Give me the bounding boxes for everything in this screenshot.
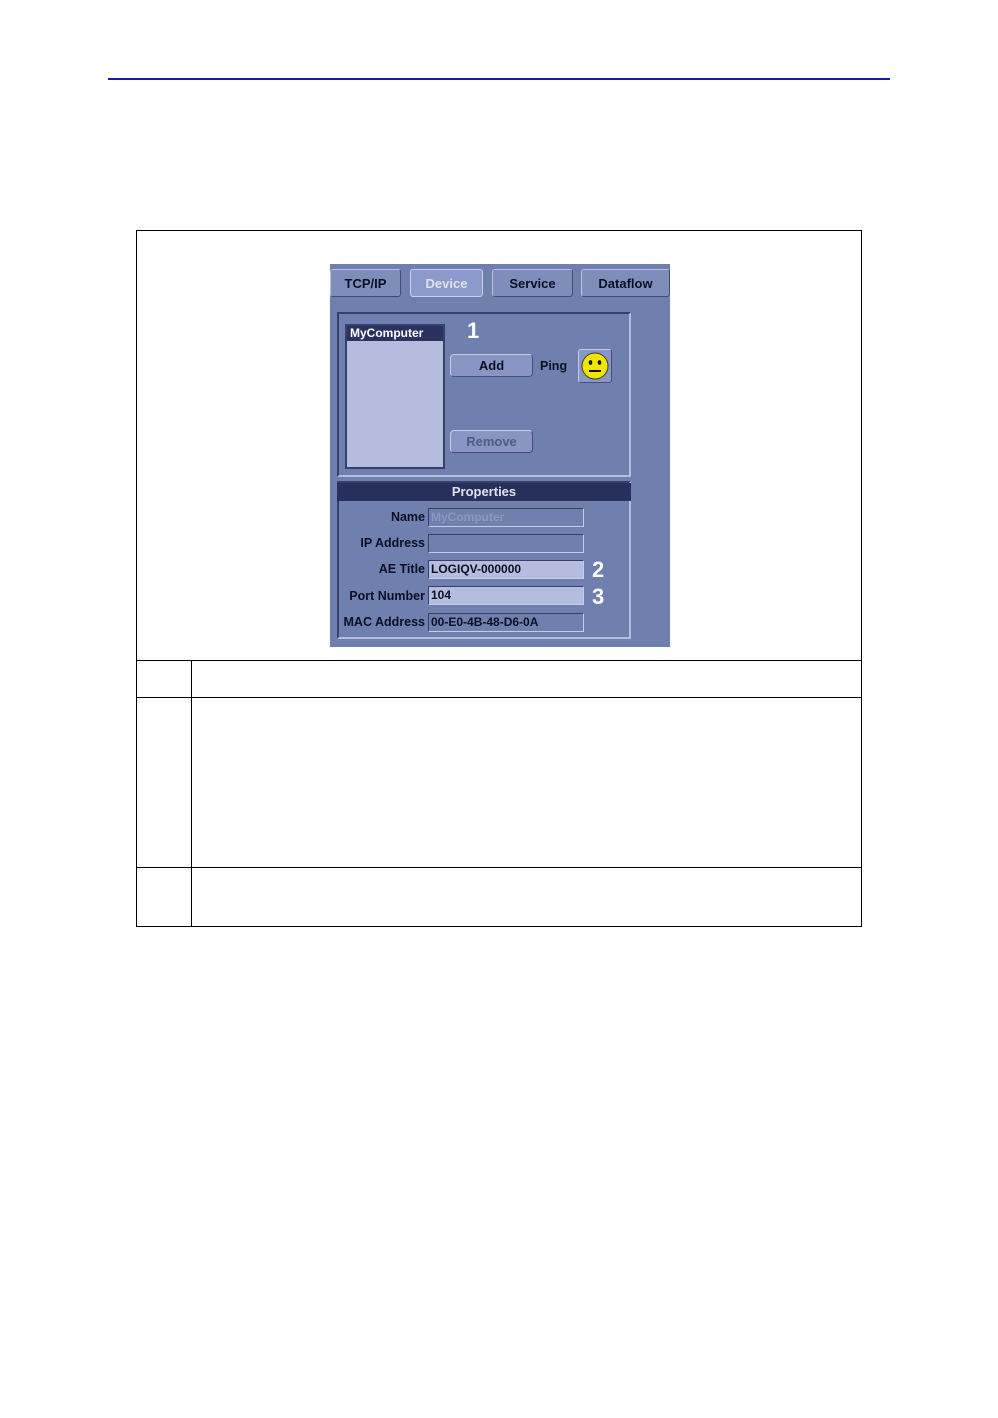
ping-label: Ping [540,359,568,373]
table-column-divider [191,660,192,927]
neutral-face-icon [581,352,609,380]
header-rule [108,78,890,80]
ip-address-label: IP Address [360,536,425,550]
port-number-field[interactable]: 104 [428,586,584,605]
ae-title-field[interactable]: LOGIQV-000000 [428,560,584,579]
device-list[interactable]: MyComputer [345,324,445,469]
ae-title-label: AE Title [378,562,425,576]
mac-address-label: MAC Address [343,615,426,629]
list-item[interactable]: MyComputer [347,326,443,341]
device-config-screenshot: TCP/IP Device Service Dataflow MyCompute… [330,264,670,647]
remove-button[interactable]: Remove [450,430,533,453]
add-button[interactable]: Add [450,354,533,377]
callout-1: 1 [467,318,480,343]
port-number-label: Port Number [349,589,425,603]
mac-address-field: 00-E0-4B-48-D6-0A [428,613,584,632]
ping-button[interactable] [578,349,612,383]
tab-label: Dataflow [598,275,653,291]
tab-device[interactable]: Device [410,269,483,297]
tab-dataflow[interactable]: Dataflow [581,269,670,297]
name-label: Name [390,510,425,524]
tab-service[interactable]: Service [492,269,573,297]
add-button-label: Add [478,358,505,373]
tab-label: TCP/IP [344,275,387,291]
tab-label: Service [509,275,556,291]
callout-3: 3 [592,584,605,609]
table-row-divider [137,867,861,868]
properties-header: Properties [337,483,631,501]
name-field[interactable]: MyComputer [428,508,584,527]
table-row-divider [137,660,861,661]
ip-address-field[interactable] [428,534,584,553]
tab-label: Device [425,275,468,291]
remove-button-label: Remove [466,434,517,449]
tab-tcpip[interactable]: TCP/IP [330,269,401,297]
callout-2: 2 [592,557,605,582]
table-row-divider [137,697,861,698]
